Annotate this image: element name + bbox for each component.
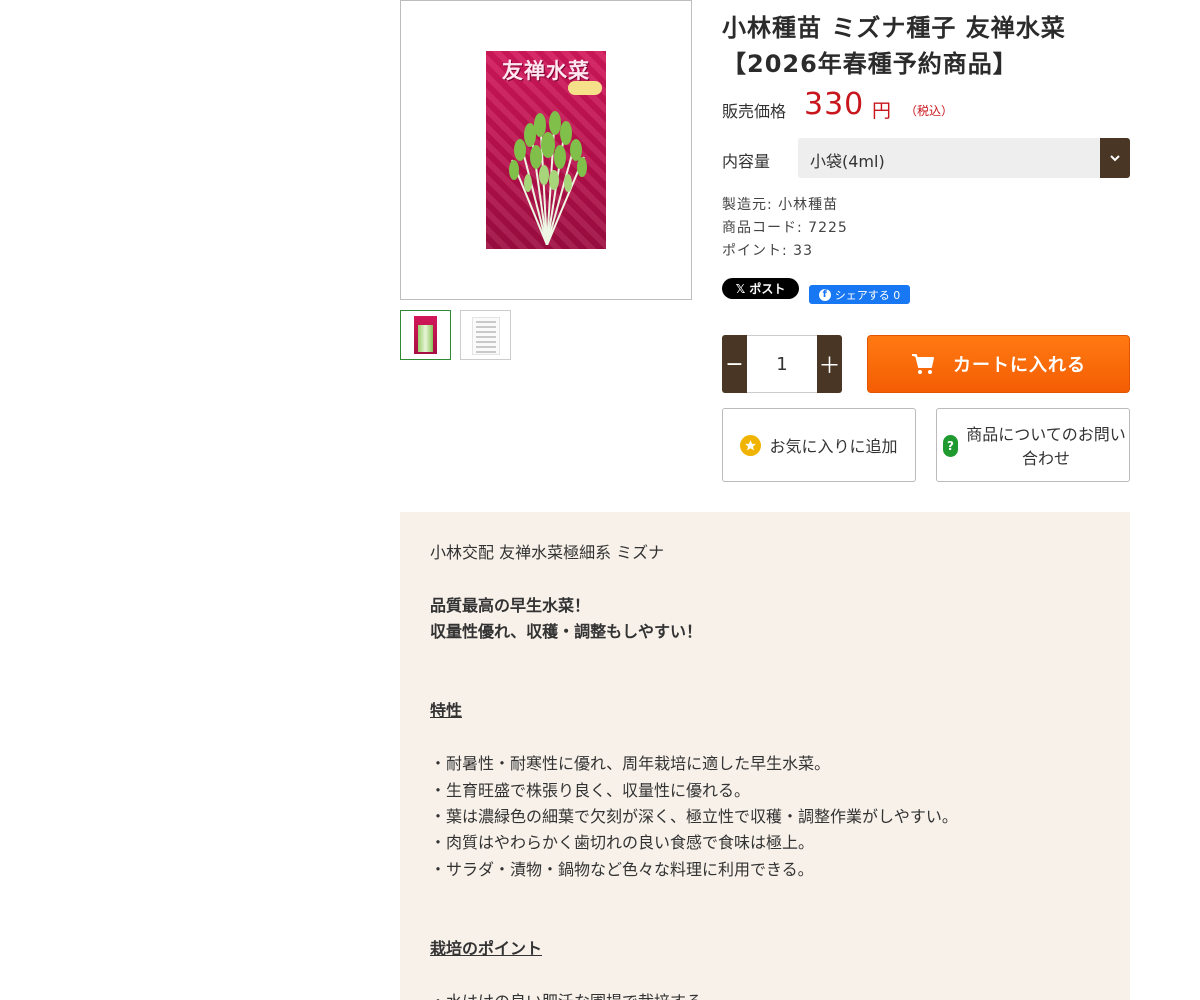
add-to-cart-button[interactable]: カートに入れる <box>867 335 1130 393</box>
capacity-label: 内容量 <box>722 152 771 171</box>
description-intro: 小林交配 友禅水菜極細系 ミズナ <box>430 543 665 562</box>
feature-item: ・葉は濃緑色の細葉で欠刻が深く、極立性で収穫・調整作業がしやすい。 <box>430 807 958 827</box>
star-icon <box>740 434 762 456</box>
facebook-icon: f <box>818 288 831 301</box>
thumbnail-leaves <box>418 325 433 352</box>
thumbnail-2[interactable] <box>460 310 511 360</box>
capacity-select[interactable]: 小袋(4ml) <box>798 138 1130 178</box>
quantity-stepper: − ＋ <box>722 335 842 393</box>
facebook-share-label: シェアする 0 <box>834 288 901 302</box>
x-logo-icon: 𝕏 <box>735 281 746 296</box>
price-value: 330 <box>804 87 865 122</box>
product-code: 商品コード: 7225 <box>722 220 848 236</box>
product-page: 友禅水菜 小林種苗 ミズナ種子 友禅水菜【2026年春種予約商品】 販売価格 3… <box>0 0 1200 1000</box>
add-to-favorites-label: お気に入りに追加 <box>769 437 898 456</box>
feature-item: ・耐暑性・耐寒性に優れ、周年栽培に適した早生水菜。 <box>430 754 831 774</box>
cultivation-points-heading: 栽培のポイント <box>430 939 543 959</box>
thumbnail-packet-back <box>472 317 500 355</box>
price-unit: 円 <box>872 100 892 122</box>
price-label: 販売価格 <box>722 102 787 121</box>
maker-info: 製造元: 小林種苗 <box>722 197 839 213</box>
question-icon: ? <box>943 435 958 457</box>
product-inquiry-label: 商品についてのお問い合わせ <box>966 425 1126 468</box>
product-meta: 製造元: 小林種苗 商品コード: 7225 ポイント: 33 <box>722 194 848 263</box>
facebook-share-button[interactable]: f シェアする 0 <box>809 285 910 304</box>
quantity-input[interactable] <box>747 335 817 393</box>
price-tax-note: （税込） <box>905 104 954 118</box>
add-to-favorites-button[interactable]: お気に入りに追加 <box>722 408 916 482</box>
description-catch-2: 収量性優れ、収穫・調整もしやすい！ <box>430 622 703 642</box>
mizuna-leaves-illustration <box>509 111 587 245</box>
product-inquiry-button[interactable]: ? 商品についてのお問い合わせ <box>936 408 1130 482</box>
description-body: 小林交配 友禅水菜極細系 ミズナ 品質最高の早生水菜！ 収量性優れ、収穫・調整も… <box>430 540 1110 1000</box>
product-description: 小林交配 友禅水菜極細系 ミズナ 品質最高の早生水菜！ 収量性優れ、収穫・調整も… <box>400 512 1130 1000</box>
capacity-selected-value: 小袋(4ml) <box>810 152 885 171</box>
cart-icon <box>912 354 934 374</box>
quantity-decrease-button[interactable]: − <box>722 335 747 393</box>
main-product-image[interactable]: 友禅水菜 <box>400 0 692 300</box>
product-title: 小林種苗 ミズナ種子 友禅水菜【2026年春種予約商品】 <box>722 14 1066 78</box>
x-post-label: ポスト <box>749 282 786 296</box>
description-catch-1: 品質最高の早生水菜！ <box>430 595 591 615</box>
thumbnail-1[interactable] <box>400 310 451 360</box>
packet-badge <box>568 81 602 95</box>
feature-item: ・サラダ・漬物・鍋物など色々な料理に利用できる。 <box>430 859 814 879</box>
feature-item: ・生育旺盛で株張り良く、収量性に優れる。 <box>430 780 751 800</box>
chevron-down-icon[interactable] <box>1100 138 1130 178</box>
features-heading: 特性 <box>430 701 463 721</box>
cultivation-point-item: ・水はけの良い肥沃な圃場で栽培する。 <box>430 989 1110 1000</box>
feature-item: ・肉質はやわらかく歯切れの良い食感で食味は極上。 <box>430 833 815 853</box>
add-to-cart-label: カートに入れる <box>953 355 1086 376</box>
seed-packet-image: 友禅水菜 <box>486 51 606 249</box>
product-points: ポイント: 33 <box>722 243 813 259</box>
x-post-button[interactable]: 𝕏 ポスト <box>722 278 799 299</box>
quantity-increase-button[interactable]: ＋ <box>817 335 842 393</box>
